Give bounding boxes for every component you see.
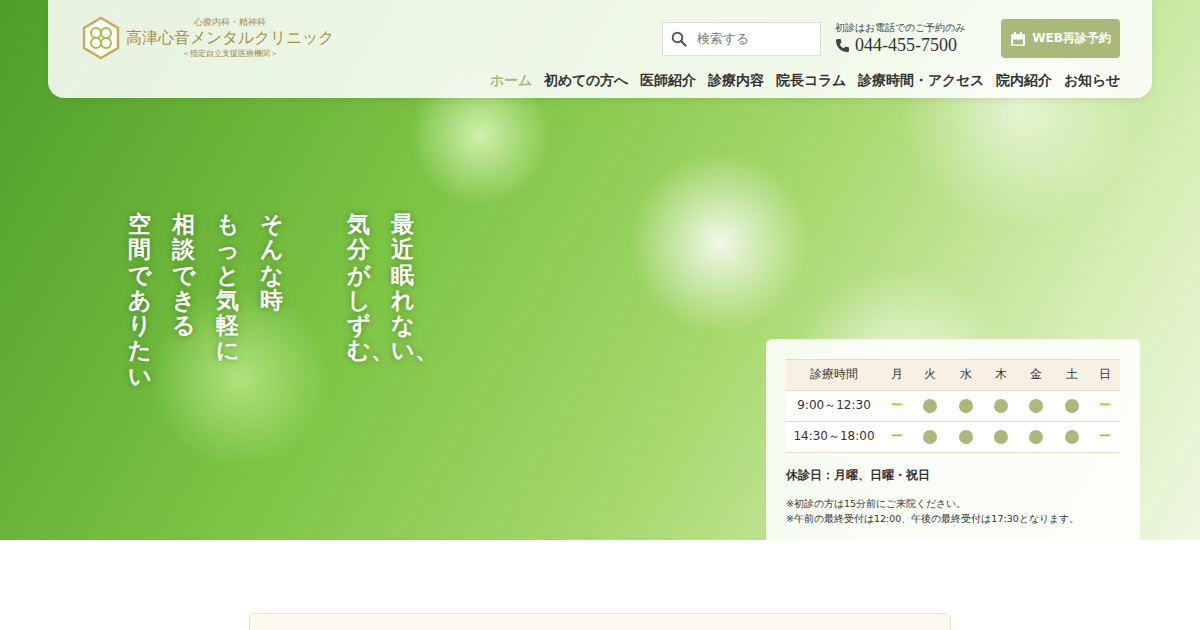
contact: 初診はお電話でのご予約のみ044-455-7500 xyxy=(835,21,965,56)
phone-icon xyxy=(835,38,850,53)
open-dot xyxy=(1065,399,1079,413)
day-cell: 土 xyxy=(1054,359,1089,390)
nav-item[interactable]: 初めての方へ xyxy=(544,70,628,90)
schedule-row: 14:30～18:00 ー ー xyxy=(786,421,1120,452)
info-box xyxy=(249,613,951,630)
status-cell xyxy=(1019,390,1054,421)
copy-group: 最近眠れない、気分がしずむ、 xyxy=(347,212,414,389)
status-cell: ー xyxy=(1090,390,1120,421)
day-cell: 火 xyxy=(912,359,947,390)
time-cell: 9:00～12:30 xyxy=(786,390,882,421)
magnifier-icon xyxy=(671,31,687,47)
closed-mark: ー xyxy=(891,429,903,443)
day-cell: 水 xyxy=(948,359,983,390)
holidays: 休診日：月曜、日曜・祝日 xyxy=(786,467,1120,484)
status-cell xyxy=(1054,421,1089,452)
contact-note: 初診はお電話でのご予約のみ xyxy=(835,21,965,35)
day-cell: 金 xyxy=(1019,359,1054,390)
status-cell: ー xyxy=(1090,421,1120,452)
open-dot xyxy=(959,399,973,413)
logo-name: 高津心音メンタルクリニック xyxy=(126,28,334,49)
search-field[interactable]: 検索する xyxy=(662,22,821,56)
status-cell: ー xyxy=(882,390,912,421)
time-cell: 14:30～18:00 xyxy=(786,421,882,452)
open-dot xyxy=(994,430,1008,444)
nav-item[interactable]: お知らせ xyxy=(1064,70,1120,90)
nav-item[interactable]: 院内紹介 xyxy=(996,70,1052,90)
day-cell: 日 xyxy=(1090,359,1120,390)
status-cell xyxy=(948,421,983,452)
logo-subtitle: ＜指定自立支援医療機関＞ xyxy=(182,49,278,59)
copy-line: そんな時 xyxy=(260,212,283,389)
copy-line: 相談できる xyxy=(172,212,195,389)
schedule-note: ※初診の方は15分前にご来院ください。 xyxy=(786,496,1120,511)
open-dot xyxy=(959,430,973,444)
phone-number[interactable]: 044-455-7500 xyxy=(835,35,965,56)
status-cell xyxy=(983,390,1018,421)
closed-mark: ー xyxy=(891,398,903,412)
status-cell xyxy=(948,390,983,421)
open-dot xyxy=(1029,399,1043,413)
schedule-table: 診療時間月火水木金土日9:00～12:30ーー14:30～18:00ーー xyxy=(786,359,1120,453)
status-cell: ー xyxy=(882,421,912,452)
hero: 最近眠れない、気分がしずむ、そんな時もっと気軽に相談できる空間でありたい心療内科… xyxy=(0,0,1200,540)
copy-line: 空間でありたい xyxy=(128,212,151,389)
nav-item[interactable]: 診療時間・アクセス xyxy=(858,70,984,90)
nav-item[interactable]: ホーム xyxy=(490,70,532,90)
day-cell: 月 xyxy=(882,359,912,390)
schedule-note: ※午前の最終受付は12:00、午後の最終受付は17:30となります。 xyxy=(786,511,1120,526)
closed-mark: ー xyxy=(1099,398,1111,412)
open-dot xyxy=(923,399,937,413)
copy-line: 最近眠れない、 xyxy=(391,212,414,389)
status-cell xyxy=(1019,421,1054,452)
schedule-card: 診療時間月火水木金土日9:00～12:30ーー14:30～18:00ーー休診日：… xyxy=(766,339,1140,540)
hexagon-clover-icon xyxy=(82,16,120,60)
status-cell xyxy=(983,421,1018,452)
schedule-header-row: 診療時間月火水木金土日 xyxy=(786,359,1120,390)
copy-line: 気分がしずむ、 xyxy=(347,212,370,389)
status-cell xyxy=(912,421,947,452)
copy-group: そんな時もっと気軽に相談できる空間でありたい xyxy=(128,212,283,389)
copy-line: もっと気軽に xyxy=(216,212,239,389)
nav-item[interactable]: 診療内容 xyxy=(708,70,764,90)
open-dot xyxy=(923,430,937,444)
status-cell xyxy=(912,390,947,421)
page: 最近眠れない、気分がしずむ、そんな時もっと気軽に相談できる空間でありたい心療内科… xyxy=(0,0,1200,630)
logo-tagline: 心療内科・精神科 xyxy=(194,17,266,29)
day-cell: 木 xyxy=(983,359,1018,390)
header-cell: 診療時間 xyxy=(786,359,882,390)
calendar-icon xyxy=(1010,31,1026,47)
status-cell xyxy=(1054,390,1089,421)
main-nav: ホーム初めての方へ医師紹介診療内容院長コラム診療時間・アクセス院内紹介お知らせ xyxy=(82,70,1120,90)
search-placeholder: 検索する xyxy=(697,30,749,48)
logo[interactable]: 心療内科・精神科高津心音メンタルクリニック＜指定自立支援医療機関＞ xyxy=(82,16,334,60)
content-area xyxy=(0,540,1200,630)
nav-item[interactable]: 院長コラム xyxy=(776,70,846,90)
header: 心療内科・精神科高津心音メンタルクリニック＜指定自立支援医療機関＞ 検索する 初診は… xyxy=(48,0,1152,98)
web-reserve-button[interactable]: WEB再診予約 xyxy=(1001,19,1120,58)
open-dot xyxy=(1029,430,1043,444)
schedule-row: 9:00～12:30 ー ー xyxy=(786,390,1120,421)
closed-mark: ー xyxy=(1099,429,1111,443)
nav-item[interactable]: 医師紹介 xyxy=(640,70,696,90)
open-dot xyxy=(1065,430,1079,444)
open-dot xyxy=(994,399,1008,413)
